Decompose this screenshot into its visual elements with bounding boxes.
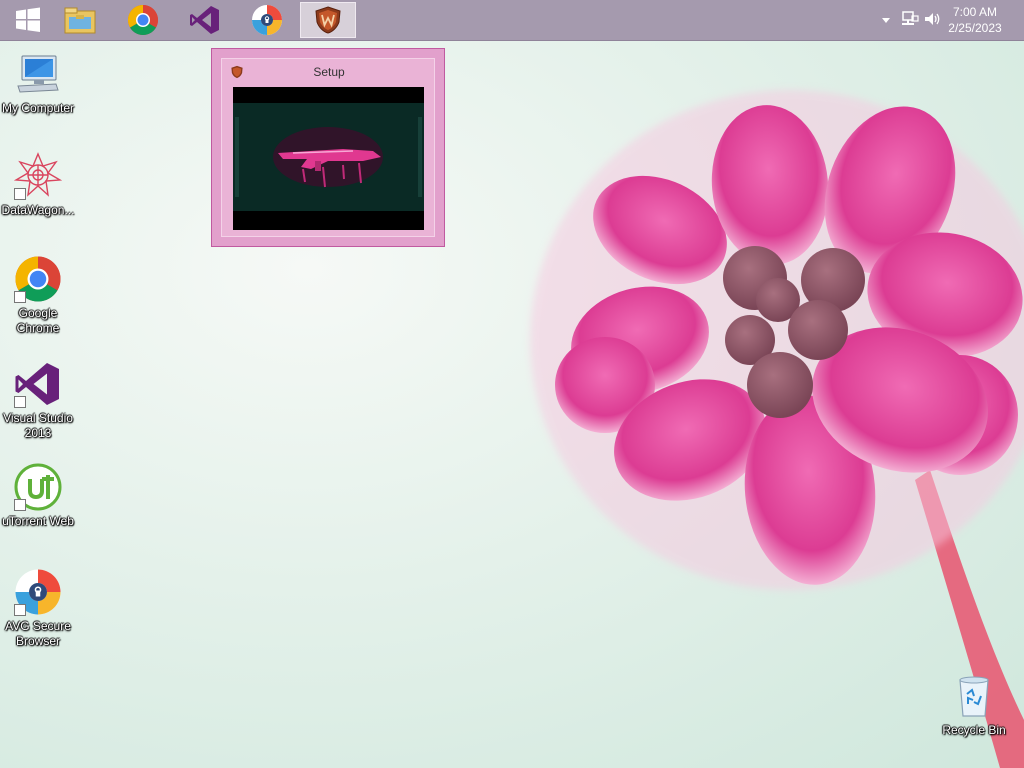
taskbar-google-chrome[interactable]: [115, 2, 171, 38]
shortcut-arrow-icon: [14, 604, 26, 616]
chrome-icon: [14, 255, 62, 303]
shield-w-icon: [315, 6, 341, 34]
show-hidden-icons-chevron-icon[interactable]: [880, 14, 892, 26]
taskbar: 7:00 AM 2/25/2023: [0, 0, 1024, 41]
clock-date: 2/25/2023: [948, 21, 1002, 35]
visual-studio-icon: [190, 6, 219, 34]
chrome-icon: [127, 4, 159, 36]
shortcut-arrow-icon: [14, 188, 26, 200]
shortcut-arrow-icon: [14, 291, 26, 303]
desktop-icon-avg-secure-browser[interactable]: AVG Secure Browser: [0, 568, 76, 649]
clock-time: 7:00 AM: [952, 5, 998, 19]
setup-splash-image: [233, 87, 424, 230]
wallpaper-flower: [530, 90, 1024, 768]
taskbar-thumbnail-preview[interactable]: Setup: [211, 48, 445, 247]
preview-thumbnail[interactable]: [233, 87, 424, 230]
desktop: 7:00 AM 2/25/2023 Setup My Computer Data…: [0, 0, 1024, 768]
desktop-icon-utorrent-web[interactable]: uTorrent Web: [0, 463, 76, 529]
datawagon-icon: [13, 152, 63, 200]
network-icon[interactable]: [901, 11, 919, 27]
folder-icon: [64, 7, 96, 34]
desktop-icon-label: Recycle Bin: [942, 723, 1006, 737]
visual-studio-icon: [14, 360, 62, 408]
shortcut-arrow-icon: [14, 396, 26, 408]
computer-icon: [14, 50, 62, 98]
desktop-icon-my-computer[interactable]: My Computer: [0, 50, 76, 116]
taskbar-visual-studio[interactable]: [177, 2, 233, 38]
desktop-icon-google-chrome[interactable]: Google Chrome: [0, 255, 76, 336]
windows-logo-icon: [16, 7, 40, 32]
shortcut-arrow-icon: [14, 499, 26, 511]
desktop-icon-datawagon[interactable]: DataWagon...: [0, 152, 76, 218]
taskbar-file-explorer[interactable]: [52, 2, 108, 38]
desktop-icon-label: DataWagon...: [1, 203, 75, 217]
desktop-icon-label: Google Chrome: [16, 306, 60, 335]
preview-title: Setup: [313, 65, 345, 79]
preview-frame: Setup: [221, 58, 435, 237]
system-tray: 7:00 AM 2/25/2023: [864, 0, 1024, 40]
desktop-icon-visual-studio[interactable]: Visual Studio 2013: [0, 360, 76, 441]
avg-browser-icon: [14, 568, 62, 616]
desktop-icon-label: AVG Secure Browser: [5, 619, 71, 648]
clock[interactable]: 7:00 AM 2/25/2023: [940, 4, 1010, 36]
taskbar-avg-secure-browser[interactable]: [239, 2, 295, 38]
desktop-icon-label: My Computer: [1, 101, 75, 115]
start-button[interactable]: [0, 2, 56, 38]
avg-browser-icon: [252, 5, 282, 35]
utorrent-icon: [14, 463, 62, 511]
desktop-icon-label: uTorrent Web: [2, 514, 74, 528]
recycle-bin-icon: [950, 672, 998, 720]
desktop-icon-label: Visual Studio 2013: [3, 411, 73, 440]
desktop-icon-recycle-bin[interactable]: Recycle Bin: [936, 672, 1012, 738]
taskbar-setup-app[interactable]: [300, 2, 356, 38]
